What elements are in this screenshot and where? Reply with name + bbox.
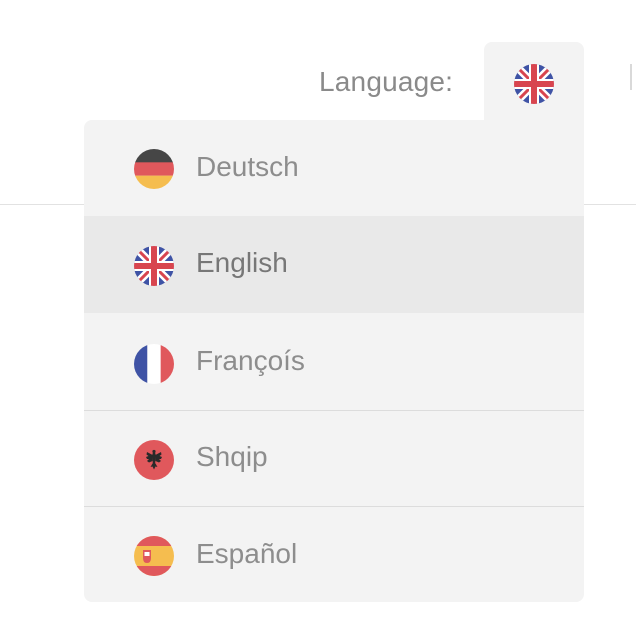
language-label: Language: (319, 66, 454, 97)
language-option-espanol[interactable]: Español (84, 507, 584, 602)
language-option-label: Deutsch (196, 151, 299, 182)
language-option-label: English (196, 247, 288, 278)
language-option-shqip[interactable]: Shqip (84, 411, 584, 506)
france-flag-icon (134, 344, 174, 384)
language-option-label: Español (196, 538, 298, 569)
spain-flag-icon (134, 536, 174, 576)
language-switcher-view: Language: Deutsch English Françoís Shqip… (0, 0, 636, 632)
language-option-deutsch[interactable]: Deutsch (84, 120, 584, 216)
language-option-label: Shqip (196, 441, 268, 472)
language-option-francois[interactable]: Françoís (84, 313, 584, 410)
page-edge-divider (630, 64, 632, 90)
language-dropdown-toggle[interactable] (484, 42, 584, 122)
language-option-english[interactable]: English (84, 216, 584, 313)
uk-flag-icon (514, 64, 554, 104)
language-option-label: Françoís (196, 345, 305, 376)
language-dropdown-menu: Deutsch English Françoís Shqip Español (84, 120, 584, 602)
albania-flag-icon (134, 440, 174, 480)
germany-flag-icon (134, 149, 174, 189)
uk-flag-icon (134, 246, 174, 286)
